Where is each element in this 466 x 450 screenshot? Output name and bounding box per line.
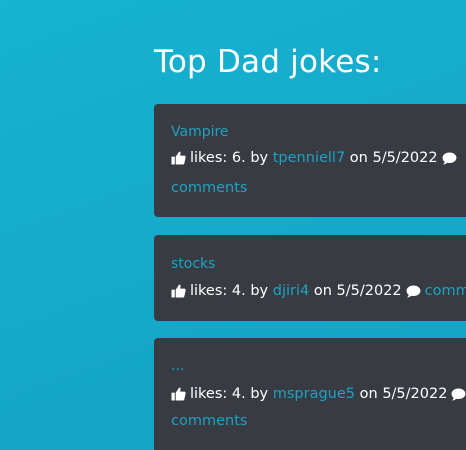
page-title: Top Dad jokes: [154,44,382,80]
comment-bubble-icon [451,387,466,401]
author-link[interactable]: djiri4 [273,283,309,299]
joke-meta: likes: 6. by tpenniell7 on 5/5/2022 [171,150,461,166]
joke-title-link[interactable]: Vampire [171,124,229,140]
thumbs-up-icon[interactable] [171,151,186,165]
joke-card: stocks likes: 4. by djiri4 on 5/5/2022 c… [154,235,466,321]
thumbs-up-icon[interactable] [171,387,186,401]
post-date: 5/5/2022 [336,283,402,299]
thumbs-up-icon[interactable] [171,284,186,298]
joke-meta: likes: 4. by djiri4 on 5/5/2022 comm [171,283,466,299]
post-date: 5/5/2022 [382,386,448,402]
on-label: on [349,150,368,166]
post-date: 5/5/2022 [372,150,438,166]
on-label: on [359,386,378,402]
joke-meta: likes: 4. by msprague5 on 5/5/2022 [171,386,466,402]
likes-count: likes: 4. by [190,283,269,299]
likes-count: likes: 6. by [190,150,269,166]
comments-link[interactable]: comments [171,180,247,196]
joke-title-link[interactable]: ... [171,358,184,374]
joke-title-link[interactable]: stocks [171,256,215,272]
comment-bubble-icon [442,151,457,165]
joke-card: Vampire likes: 6. by tpenniell7 on 5/5/2… [154,104,466,217]
comments-link[interactable]: comm [425,283,466,299]
on-label: on [313,283,332,299]
author-link[interactable]: tpenniell7 [273,150,345,166]
joke-card: ... likes: 4. by msprague5 on 5/5/2022 c… [154,338,466,450]
likes-count: likes: 4. by [190,386,269,402]
comment-bubble-icon [406,284,421,298]
author-link[interactable]: msprague5 [273,386,355,402]
comments-link[interactable]: comments [171,413,247,429]
